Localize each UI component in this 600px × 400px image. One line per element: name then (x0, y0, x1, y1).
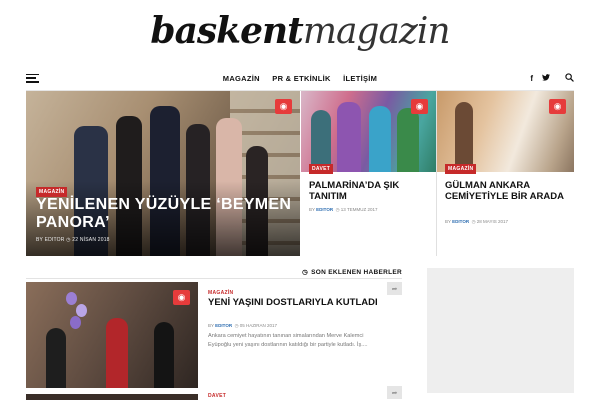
nav-links: MAGAZİN PR & ETKİNLİK İLETİŞİM (26, 74, 574, 83)
latest-post-excerpt: Ankara cemiyet hayatının tanınan simalar… (208, 333, 368, 348)
post-date: 13 TEMMUZ 2017 (340, 207, 378, 212)
featured-grid: ◉ MAGAZİN YENİLENEN YÜZÜYLE ‘BEYMEN PANO… (26, 91, 574, 256)
nav-link-pr-etkinlik[interactable]: PR & ETKİNLİK (272, 74, 330, 83)
latest-post-body: MAGAZİN YENİ YAŞINI DOSTLARIYLA KUTLADI … (208, 282, 402, 388)
featured-side-card-2[interactable]: ◉ MAGAZİN GÜLMAN ANKARA CEMİYETİYLE BİR … (437, 91, 574, 256)
latest-post-meta: BY EDITOR ◷ 05 HAZIRAN 2017 (208, 323, 278, 328)
featured-side-category-1[interactable]: DAVET (309, 164, 334, 174)
camera-icon: ◉ (549, 99, 566, 114)
featured-side-category-2[interactable]: MAGAZİN (445, 164, 477, 174)
twitter-icon[interactable] (542, 73, 550, 83)
featured-main-meta: BY EDITOR ◷ 22 NİSAN 2018 (36, 237, 110, 243)
camera-icon: ◉ (275, 99, 292, 114)
latest-divider (26, 278, 402, 279)
camera-icon: ◉ (411, 99, 428, 114)
latest-post-category[interactable]: MAGAZİN (208, 290, 233, 296)
latest-news-heading: ◷ SON EKLENEN HABERLER (26, 266, 402, 278)
nav-link-iletisim[interactable]: İLETİŞİM (343, 74, 377, 83)
latest-news-label: SON EKLENEN HABERLER (311, 268, 402, 276)
post-date: 28 MAYIS 2017 (476, 219, 508, 224)
featured-side-title-2[interactable]: GÜLMAN ANKARA CEMİYETİYLE BİR ARADA (445, 180, 569, 203)
latest-post[interactable]: ◉ MAGAZİN YENİ YAŞINI DOSTLARIYLA KUTLAD… (26, 282, 402, 388)
logo-text-light: magazin (302, 11, 451, 52)
clock-icon: ◷ (302, 269, 309, 276)
site-logo[interactable]: baskentmagazin (0, 10, 600, 52)
next-post-photo[interactable] (26, 394, 198, 400)
post-date: 05 HAZIRAN 2017 (239, 323, 278, 328)
featured-side-meta-1: BY EDITOR ◷ 13 TEMMUZ 2017 (309, 207, 378, 212)
next-post-category[interactable]: DAVET (208, 393, 226, 399)
share-icon[interactable]: ➦ (387, 386, 402, 399)
author-link[interactable]: EDITOR (215, 323, 232, 328)
share-icon[interactable]: ➦ (387, 282, 402, 295)
featured-side-title-1[interactable]: PALMARİNA’DA ŞIK TANITIM (309, 180, 433, 203)
featured-side-meta-2: BY EDITOR ◷ 28 MAYIS 2017 (445, 219, 508, 224)
search-icon[interactable] (565, 72, 574, 84)
featured-main-card[interactable]: ◉ MAGAZİN YENİLENEN YÜZÜYLE ‘BEYMEN PANO… (26, 91, 300, 256)
author-link[interactable]: EDITOR (316, 207, 333, 212)
latest-post-photo[interactable]: ◉ (26, 282, 198, 388)
nav-right-icons: f (530, 72, 574, 84)
author-link[interactable]: EDITOR (452, 219, 469, 224)
featured-side-card-1[interactable]: ◉ DAVET PALMARİNA’DA ŞIK TANITIM BY EDIT… (301, 91, 437, 256)
latest-post-title[interactable]: YENİ YAŞINI DOSTLARIYLA KUTLADI (208, 297, 382, 308)
logo-text-bold: baskent (150, 10, 303, 52)
featured-main-title[interactable]: YENİLENEN YÜZÜYLE ‘BEYMEN PANORA’ (36, 196, 296, 233)
main-navbar: MAGAZİN PR & ETKİNLİK İLETİŞİM f (26, 66, 574, 90)
sidebar-ad-placeholder (427, 268, 574, 393)
hamburger-menu-icon[interactable] (26, 73, 39, 83)
nav-link-magazin[interactable]: MAGAZİN (223, 74, 260, 83)
camera-icon: ◉ (173, 290, 190, 305)
facebook-icon[interactable]: f (530, 74, 533, 83)
